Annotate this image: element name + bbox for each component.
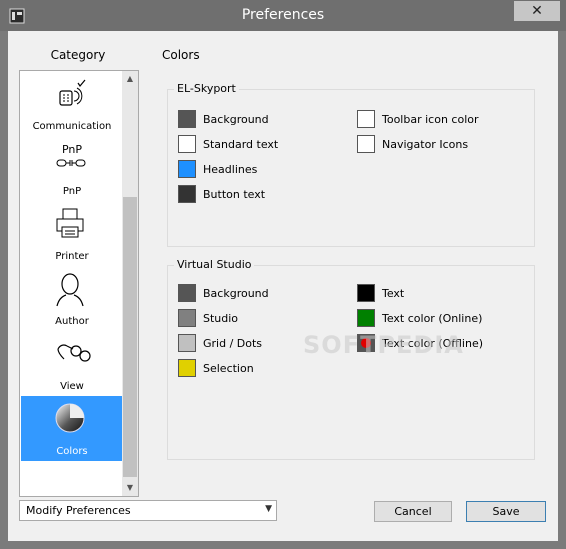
color-swatch[interactable]	[178, 160, 196, 178]
studio-group-title: Virtual Studio	[174, 258, 255, 271]
category-scrollbar[interactable]: ▲ ▼	[122, 71, 138, 496]
color-swatch[interactable]	[178, 284, 196, 302]
author-icon	[56, 273, 84, 307]
chevron-down-icon: ▼	[265, 504, 272, 514]
category-item-pnp[interactable]: PnP PnP	[21, 136, 123, 201]
section-title: Colors	[162, 48, 200, 62]
color-swatch[interactable]	[178, 309, 196, 327]
printer-icon	[56, 208, 84, 238]
category-item-author[interactable]: Author	[21, 266, 123, 331]
preferences-window: Preferences ✕ Category Communication PnP	[0, 0, 566, 549]
skyport-group-title: EL-Skyport	[174, 82, 239, 95]
color-swatch[interactable]	[178, 359, 196, 377]
watermark: SOFTPEDIA	[303, 331, 464, 359]
color-swatch[interactable]	[357, 309, 375, 327]
color-label: Text	[382, 287, 405, 300]
color-label: Toolbar icon color	[382, 113, 479, 126]
view-icon	[57, 344, 91, 362]
cancel-button[interactable]: Cancel	[374, 501, 452, 522]
color-label: Studio	[203, 312, 239, 325]
category-item-communication[interactable]: Communication	[21, 71, 123, 136]
color-label: Button text	[203, 188, 266, 201]
color-label: Background	[203, 113, 269, 126]
color-label: Selection	[203, 362, 254, 375]
color-swatch[interactable]	[357, 284, 375, 302]
select-value: Modify Preferences	[26, 504, 131, 517]
window-title: Preferences	[241, 7, 325, 23]
color-swatch[interactable]	[178, 110, 196, 128]
color-swatch[interactable]	[178, 185, 196, 203]
color-label: Grid / Dots	[203, 337, 263, 350]
category-label: Colors	[56, 446, 88, 457]
color-swatch[interactable]	[357, 135, 375, 153]
color-swatch[interactable]	[357, 110, 375, 128]
skyport-group: EL-Skyport Background Standard text Head…	[167, 82, 535, 247]
category-item-colors[interactable]: Colors	[21, 396, 123, 461]
color-label: Background	[203, 287, 269, 300]
color-label: Headlines	[203, 163, 258, 176]
category-list[interactable]: Communication PnP PnP Printer Author Vie…	[19, 70, 139, 497]
scroll-up-icon[interactable]: ▲	[122, 71, 138, 87]
title-bar: Preferences ✕	[0, 0, 566, 31]
category-header: Category	[50, 48, 106, 62]
category-label: View	[60, 381, 84, 392]
close-icon: ✕	[531, 3, 543, 19]
category-label: Communication	[32, 121, 112, 132]
studio-group: Virtual Studio Background Studio Grid / …	[167, 258, 535, 460]
color-label: Text color (Online)	[382, 312, 483, 325]
dialog-body: Category Communication PnP PnP Printer A…	[8, 31, 558, 541]
pnp-icon: PnP	[56, 143, 86, 167]
pnp-icon-text: PnP	[62, 143, 82, 156]
close-button[interactable]: ✕	[514, 1, 560, 21]
color-label: Navigator Icons	[382, 138, 469, 151]
communication-icon	[59, 79, 86, 106]
colors-icon	[55, 403, 85, 433]
modify-preferences-select[interactable]: Modify Preferences ▼	[19, 500, 277, 521]
category-item-view[interactable]: View	[21, 331, 123, 396]
category-label: Author	[55, 316, 89, 327]
scroll-thumb[interactable]	[123, 197, 137, 477]
color-swatch[interactable]	[178, 334, 196, 352]
color-swatch[interactable]	[178, 135, 196, 153]
save-button[interactable]: Save	[466, 501, 546, 522]
category-label: PnP	[62, 186, 82, 197]
scroll-down-icon[interactable]: ▼	[122, 480, 138, 496]
category-label: Printer	[55, 251, 89, 262]
category-item-printer[interactable]: Printer	[21, 201, 123, 266]
color-label: Standard text	[203, 138, 279, 151]
